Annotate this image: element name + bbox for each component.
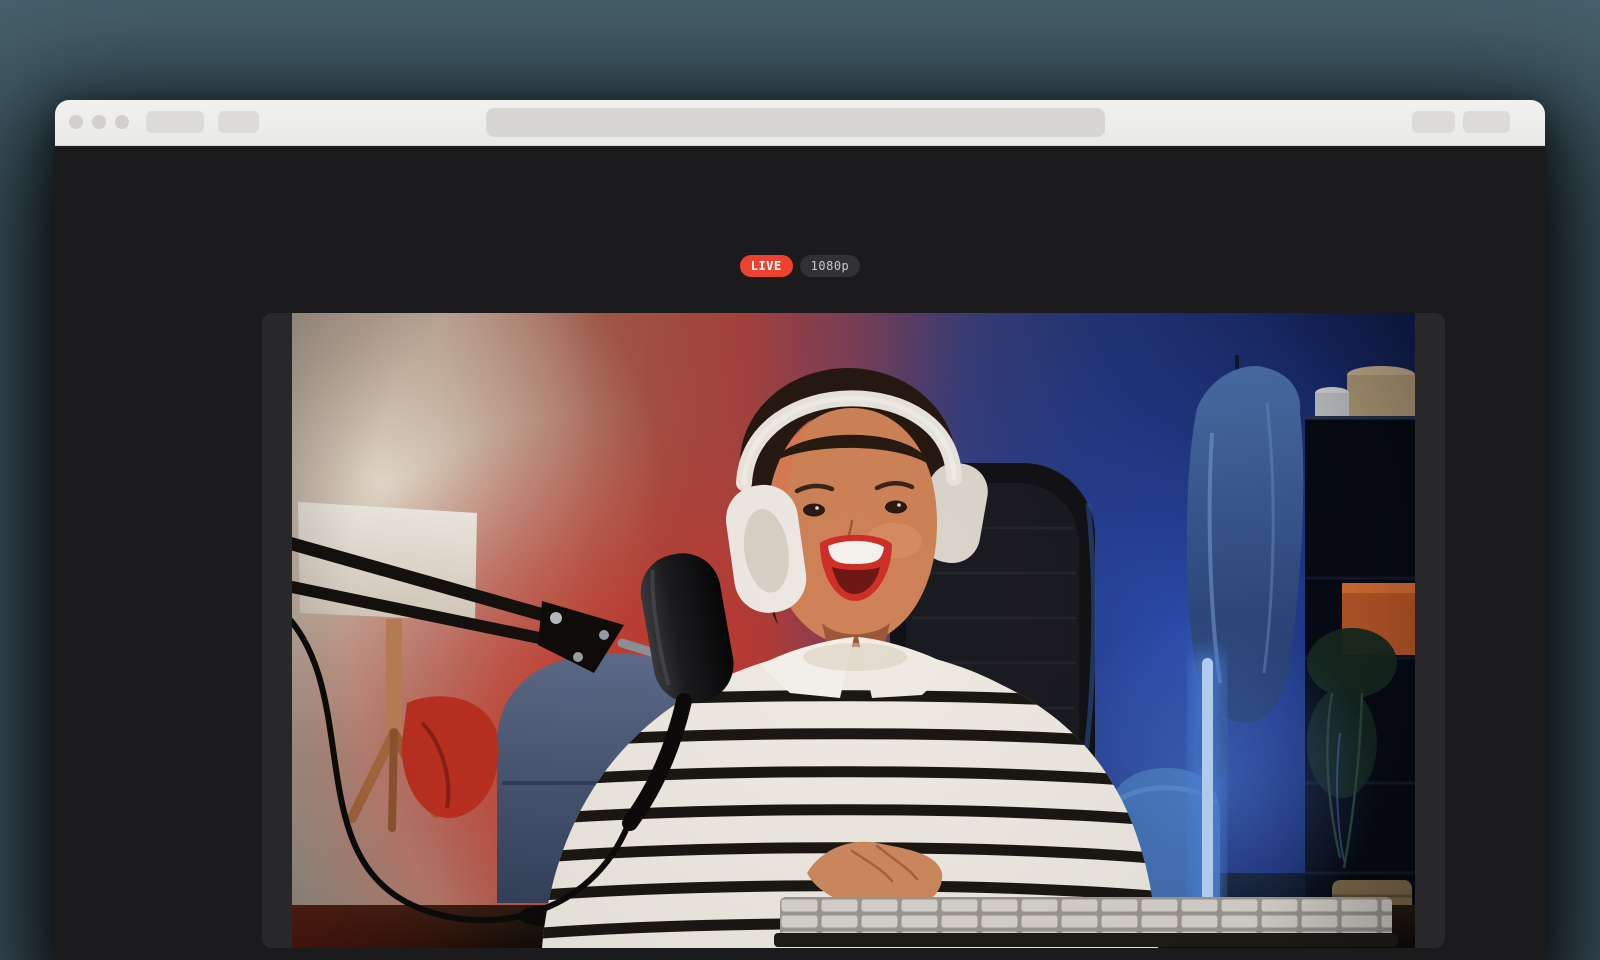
stream-video (292, 313, 1415, 948)
page: LIVE 1080p (0, 0, 1600, 960)
browser-window: LIVE 1080p (55, 100, 1545, 960)
address-bar[interactable] (486, 108, 1105, 137)
toolbar-placeholder (1463, 111, 1510, 133)
live-badge: LIVE (740, 255, 793, 277)
window-control-dot[interactable] (69, 115, 83, 129)
video-panel (262, 313, 1445, 948)
quality-badge: 1080p (800, 255, 861, 277)
browser-titlebar (55, 100, 1545, 146)
vignette (292, 313, 1415, 948)
tab-placeholder (146, 111, 204, 133)
stream-status-bar: LIVE 1080p (55, 255, 1545, 277)
tab-placeholder (218, 111, 259, 133)
toolbar-placeholder (1412, 111, 1455, 133)
webcam-scene (292, 313, 1415, 948)
window-control-dot[interactable] (92, 115, 106, 129)
window-control-dot[interactable] (115, 115, 129, 129)
